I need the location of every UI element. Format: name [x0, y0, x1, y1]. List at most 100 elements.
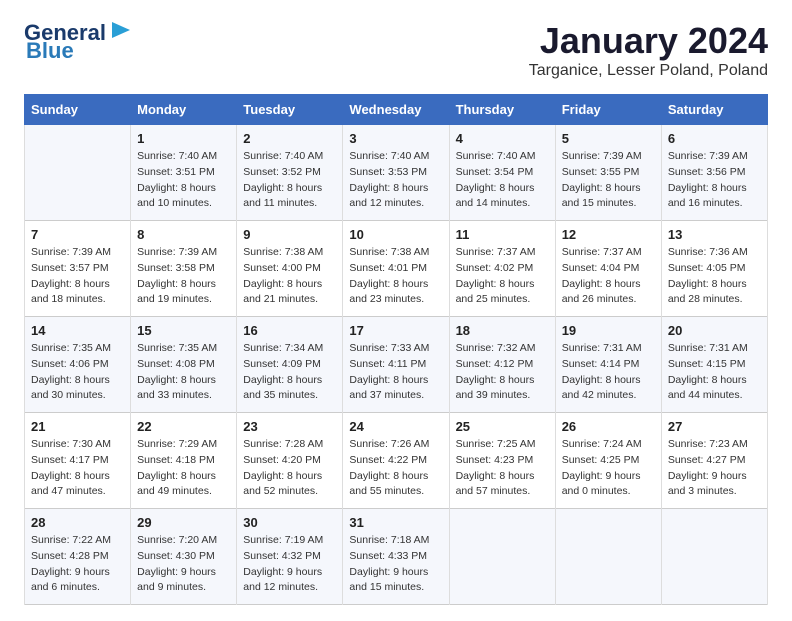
calendar-cell: [661, 509, 767, 605]
calendar-cell: 3 Sunrise: 7:40 AMSunset: 3:53 PMDaylight…: [343, 125, 449, 221]
day-number: 22: [137, 419, 230, 434]
cell-info: Sunrise: 7:26 AMSunset: 4:22 PMDaylight:…: [349, 437, 442, 500]
calendar-cell: 18 Sunrise: 7:32 AMSunset: 4:12 PMDayligh…: [449, 317, 555, 413]
header-cell-friday: Friday: [555, 95, 661, 125]
day-number: 29: [137, 515, 230, 530]
day-number: 7: [31, 227, 124, 242]
calendar-body: 1 Sunrise: 7:40 AMSunset: 3:51 PMDaylight…: [25, 125, 768, 605]
header-cell-thursday: Thursday: [449, 95, 555, 125]
calendar-cell: 9 Sunrise: 7:38 AMSunset: 4:00 PMDaylight…: [237, 221, 343, 317]
logo-icon: [108, 16, 136, 44]
cell-info: Sunrise: 7:34 AMSunset: 4:09 PMDaylight:…: [243, 341, 336, 404]
day-number: 30: [243, 515, 336, 530]
day-number: 16: [243, 323, 336, 338]
cell-info: Sunrise: 7:31 AMSunset: 4:14 PMDaylight:…: [562, 341, 655, 404]
cell-info: Sunrise: 7:39 AMSunset: 3:58 PMDaylight:…: [137, 245, 230, 308]
calendar-cell: 24 Sunrise: 7:26 AMSunset: 4:22 PMDayligh…: [343, 413, 449, 509]
day-number: 6: [668, 131, 761, 146]
logo-blue: Blue: [26, 38, 74, 64]
header-cell-tuesday: Tuesday: [237, 95, 343, 125]
day-number: 8: [137, 227, 230, 242]
cell-info: Sunrise: 7:40 AMSunset: 3:53 PMDaylight:…: [349, 149, 442, 212]
calendar-location: Targanice, Lesser Poland, Poland: [529, 62, 768, 80]
cell-info: Sunrise: 7:23 AMSunset: 4:27 PMDaylight:…: [668, 437, 761, 500]
header-cell-sunday: Sunday: [25, 95, 131, 125]
calendar-cell: 14Sunrise: 7:35 AMSunset: 4:06 PMDayligh…: [25, 317, 131, 413]
calendar-cell: 21 Sunrise: 7:30 AMSunset: 4:17 PMDayligh…: [25, 413, 131, 509]
calendar-header-row: SundayMondayTuesdayWednesdayThursdayFrid…: [25, 95, 768, 125]
calendar-cell: 23 Sunrise: 7:28 AMSunset: 4:20 PMDayligh…: [237, 413, 343, 509]
day-number: 24: [349, 419, 442, 434]
day-number: 25: [456, 419, 549, 434]
calendar-cell: 6 Sunrise: 7:39 AMSunset: 3:56 PMDaylight…: [661, 125, 767, 221]
calendar-cell: 28 Sunrise: 7:22 AMSunset: 4:28 PMDayligh…: [25, 509, 131, 605]
calendar-cell: 11Sunrise: 7:37 AMSunset: 4:02 PMDayligh…: [449, 221, 555, 317]
cell-info: Sunrise: 7:39 AMSunset: 3:57 PMDaylight:…: [31, 245, 124, 308]
page-header: General Blue January 2024 Targanice, Les…: [24, 20, 768, 80]
day-number: 31: [349, 515, 442, 530]
calendar-cell: 17Sunrise: 7:33 AMSunset: 4:11 PMDayligh…: [343, 317, 449, 413]
calendar-cell: 16 Sunrise: 7:34 AMSunset: 4:09 PMDayligh…: [237, 317, 343, 413]
day-number: 1: [137, 131, 230, 146]
day-number: 12: [562, 227, 655, 242]
calendar-cell: 27 Sunrise: 7:23 AMSunset: 4:27 PMDayligh…: [661, 413, 767, 509]
week-row-4: 28 Sunrise: 7:22 AMSunset: 4:28 PMDayligh…: [25, 509, 768, 605]
calendar-cell: 29 Sunrise: 7:20 AMSunset: 4:30 PMDayligh…: [131, 509, 237, 605]
day-number: 28: [31, 515, 124, 530]
logo: General Blue: [24, 20, 136, 64]
calendar-table: SundayMondayTuesdayWednesdayThursdayFrid…: [24, 94, 768, 605]
calendar-title: January 2024: [529, 20, 768, 62]
cell-info: Sunrise: 7:29 AMSunset: 4:18 PMDaylight:…: [137, 437, 230, 500]
cell-info: Sunrise: 7:30 AMSunset: 4:17 PMDaylight:…: [31, 437, 124, 500]
cell-info: Sunrise: 7:25 AMSunset: 4:23 PMDaylight:…: [456, 437, 549, 500]
day-number: 3: [349, 131, 442, 146]
calendar-cell: [25, 125, 131, 221]
cell-info: Sunrise: 7:37 AMSunset: 4:04 PMDaylight:…: [562, 245, 655, 308]
calendar-cell: 22 Sunrise: 7:29 AMSunset: 4:18 PMDayligh…: [131, 413, 237, 509]
calendar-cell: 8 Sunrise: 7:39 AMSunset: 3:58 PMDaylight…: [131, 221, 237, 317]
day-number: 9: [243, 227, 336, 242]
week-row-2: 14Sunrise: 7:35 AMSunset: 4:06 PMDayligh…: [25, 317, 768, 413]
cell-info: Sunrise: 7:32 AMSunset: 4:12 PMDaylight:…: [456, 341, 549, 404]
day-number: 23: [243, 419, 336, 434]
day-number: 21: [31, 419, 124, 434]
day-number: 14: [31, 323, 124, 338]
calendar-cell: 5 Sunrise: 7:39 AMSunset: 3:55 PMDaylight…: [555, 125, 661, 221]
cell-info: Sunrise: 7:36 AMSunset: 4:05 PMDaylight:…: [668, 245, 761, 308]
calendar-cell: 1 Sunrise: 7:40 AMSunset: 3:51 PMDaylight…: [131, 125, 237, 221]
cell-info: Sunrise: 7:39 AMSunset: 3:55 PMDaylight:…: [562, 149, 655, 212]
header-cell-saturday: Saturday: [661, 95, 767, 125]
day-number: 13: [668, 227, 761, 242]
cell-info: Sunrise: 7:39 AMSunset: 3:56 PMDaylight:…: [668, 149, 761, 212]
cell-info: Sunrise: 7:24 AMSunset: 4:25 PMDaylight:…: [562, 437, 655, 500]
cell-info: Sunrise: 7:31 AMSunset: 4:15 PMDaylight:…: [668, 341, 761, 404]
cell-info: Sunrise: 7:18 AMSunset: 4:33 PMDaylight:…: [349, 533, 442, 596]
cell-info: Sunrise: 7:20 AMSunset: 4:30 PMDaylight:…: [137, 533, 230, 596]
day-number: 19: [562, 323, 655, 338]
cell-info: Sunrise: 7:40 AMSunset: 3:51 PMDaylight:…: [137, 149, 230, 212]
cell-info: Sunrise: 7:37 AMSunset: 4:02 PMDaylight:…: [456, 245, 549, 308]
calendar-cell: 20 Sunrise: 7:31 AMSunset: 4:15 PMDayligh…: [661, 317, 767, 413]
cell-info: Sunrise: 7:33 AMSunset: 4:11 PMDaylight:…: [349, 341, 442, 404]
day-number: 15: [137, 323, 230, 338]
calendar-cell: [555, 509, 661, 605]
week-row-1: 7 Sunrise: 7:39 AMSunset: 3:57 PMDaylight…: [25, 221, 768, 317]
calendar-cell: 30 Sunrise: 7:19 AMSunset: 4:32 PMDayligh…: [237, 509, 343, 605]
cell-info: Sunrise: 7:40 AMSunset: 3:52 PMDaylight:…: [243, 149, 336, 212]
week-row-3: 21 Sunrise: 7:30 AMSunset: 4:17 PMDayligh…: [25, 413, 768, 509]
cell-info: Sunrise: 7:40 AMSunset: 3:54 PMDaylight:…: [456, 149, 549, 212]
day-number: 27: [668, 419, 761, 434]
header-cell-wednesday: Wednesday: [343, 95, 449, 125]
day-number: 20: [668, 323, 761, 338]
cell-info: Sunrise: 7:22 AMSunset: 4:28 PMDaylight:…: [31, 533, 124, 596]
calendar-cell: 4 Sunrise: 7:40 AMSunset: 3:54 PMDaylight…: [449, 125, 555, 221]
day-number: 5: [562, 131, 655, 146]
week-row-0: 1 Sunrise: 7:40 AMSunset: 3:51 PMDaylight…: [25, 125, 768, 221]
cell-info: Sunrise: 7:35 AMSunset: 4:08 PMDaylight:…: [137, 341, 230, 404]
cell-info: Sunrise: 7:38 AMSunset: 4:00 PMDaylight:…: [243, 245, 336, 308]
cell-info: Sunrise: 7:28 AMSunset: 4:20 PMDaylight:…: [243, 437, 336, 500]
cell-info: Sunrise: 7:38 AMSunset: 4:01 PMDaylight:…: [349, 245, 442, 308]
day-number: 18: [456, 323, 549, 338]
day-number: 4: [456, 131, 549, 146]
cell-info: Sunrise: 7:19 AMSunset: 4:32 PMDaylight:…: [243, 533, 336, 596]
